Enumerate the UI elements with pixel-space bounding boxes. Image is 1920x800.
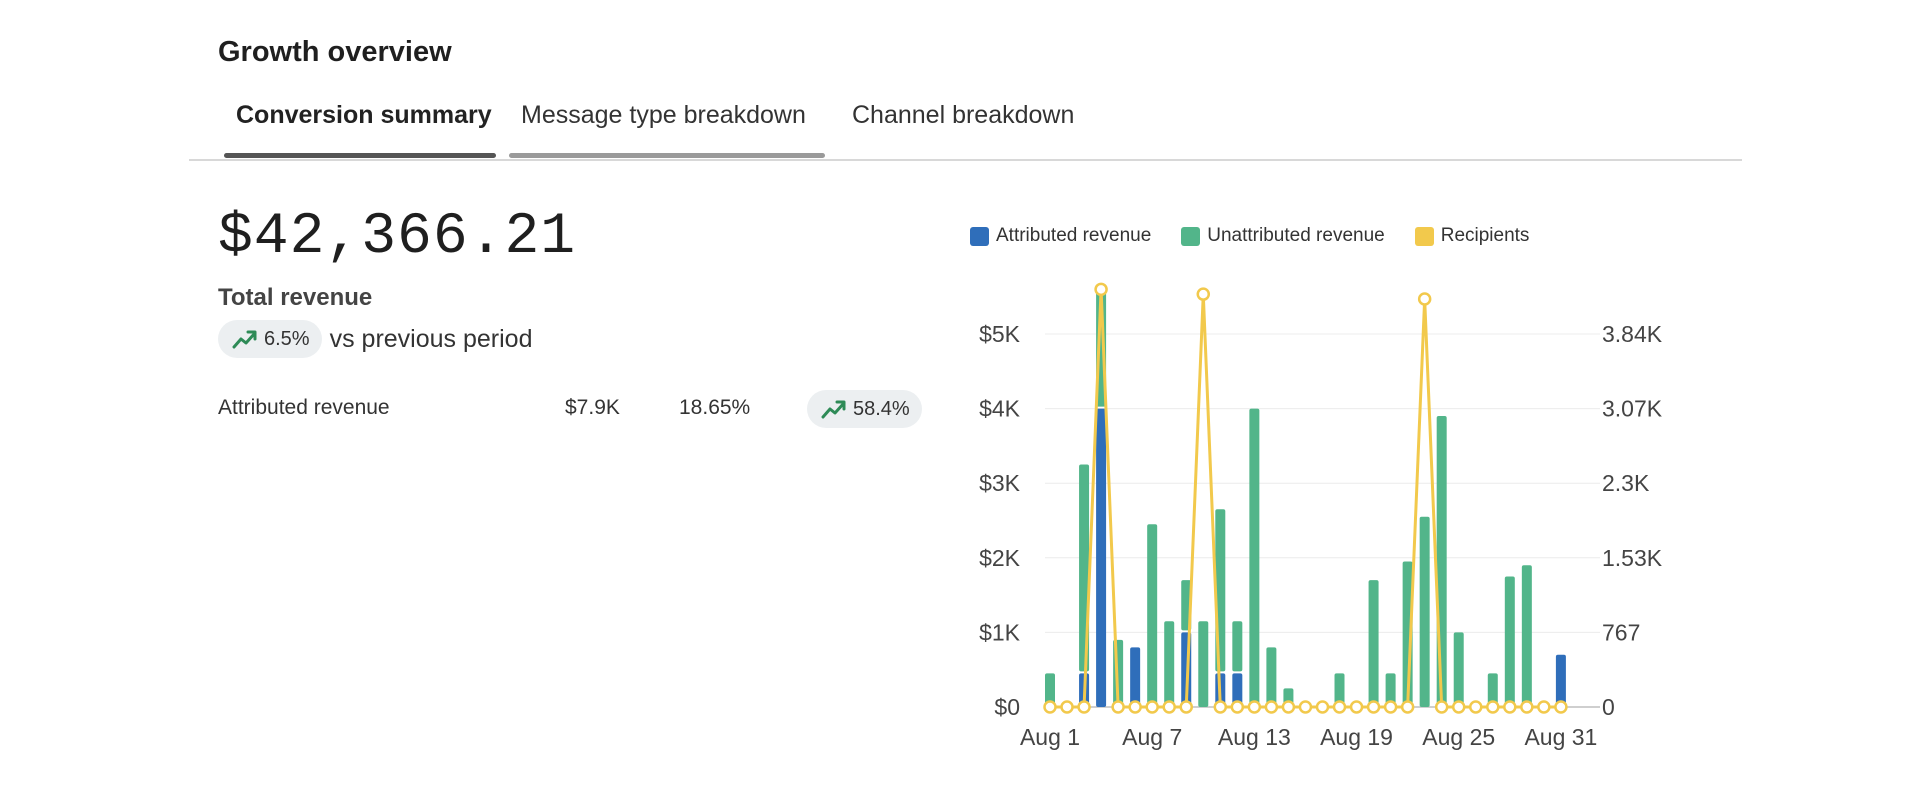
change-badge: 6.5% [218, 320, 322, 358]
recipients-point [1043, 700, 1057, 714]
page-title: Growth overview [218, 36, 452, 68]
recipients-point [1213, 700, 1228, 714]
recipients-point [1537, 700, 1551, 714]
total-revenue-value: $42,366.21 [218, 205, 577, 270]
legend-label-recipients: Recipients [1440, 225, 1530, 246]
x-tick-label: Aug 1 [1020, 724, 1080, 750]
recipients-point [1400, 700, 1415, 714]
chart-legend: Attributed revenue Unattributed revenue … [970, 225, 1529, 247]
y-left-tick-label: $2K [979, 545, 1021, 571]
x-tick-label: Aug 7 [1122, 724, 1182, 750]
recipients-point [1281, 700, 1296, 714]
recipients-point [1451, 700, 1466, 714]
y-right-tick-label: 3.84K [1602, 321, 1663, 347]
recipients-point [1179, 700, 1193, 714]
revenue-chart: $0 0 $1K 767 $2K 1.53K $3K 2.3K $4K 3.07K $5K 3.84K… [979, 282, 1663, 750]
tab-channel-breakdown[interactable]: Channel breakdown [852, 101, 1074, 130]
y-right-tick-label: 0 [1602, 694, 1615, 720]
bar-unattributed [1147, 524, 1158, 707]
tab-hover-indicator [509, 153, 825, 158]
legend-item-recipients[interactable]: Recipients [1414, 225, 1530, 247]
change-comparison-text: vs previous period [329, 324, 533, 353]
y-right-tick-label: 3.07K [1602, 396, 1663, 422]
recipients-point [1230, 700, 1245, 714]
legend-item-unattributed[interactable]: Unattributed revenue [1181, 225, 1385, 247]
y-left-tick-label: $5K [979, 321, 1021, 347]
recipients-point [1247, 700, 1262, 714]
recipients-point [1366, 700, 1381, 714]
legend-swatch-attributed [970, 226, 989, 246]
active-tab-indicator [224, 153, 496, 158]
trending-up-icon [821, 400, 846, 419]
legend-label-unattributed: Unattributed revenue [1207, 225, 1385, 246]
recipients-point [1196, 287, 1211, 301]
tab-message-type-breakdown[interactable]: Message type breakdown [521, 101, 806, 130]
recipients-point [1315, 700, 1330, 714]
recipients-point [1094, 282, 1108, 297]
y-right-tick-label: 1.53K [1602, 545, 1663, 571]
bar-unattributed [1453, 632, 1464, 707]
total-revenue-label: Total revenue [218, 284, 373, 311]
legend-label-attributed: Attributed revenue [996, 225, 1152, 246]
bar-unattributed [1368, 580, 1379, 707]
recipients-point [1264, 700, 1279, 714]
legend-swatch-recipients [1414, 226, 1434, 246]
recipients-point [1128, 700, 1142, 714]
recipients-point [1434, 700, 1449, 714]
y-left-tick-label: $1K [979, 619, 1021, 645]
attributed-revenue-label: Attributed revenue [218, 396, 390, 419]
y-left-tick-label: $0 [994, 694, 1020, 720]
x-tick-label: Aug 25 [1422, 724, 1495, 750]
bar-attributed [1096, 408, 1107, 707]
recipients-point [1417, 292, 1432, 306]
attributed-revenue-value: $7.9K [565, 396, 620, 419]
y-left-tick-label: $4K [979, 396, 1021, 422]
bar-unattributed [1436, 416, 1447, 707]
legend-item-attributed[interactable]: Attributed revenue [970, 225, 1151, 247]
attributed-change-badge: 58.4% [807, 390, 922, 428]
bar-unattributed [1419, 516, 1430, 707]
recipients-point [1383, 700, 1398, 714]
recipients-point [1349, 700, 1364, 714]
tab-conversion-summary[interactable]: Conversion summary [236, 101, 492, 130]
bar-unattributed [1164, 621, 1175, 707]
recipients-point [1520, 700, 1534, 714]
y-right-tick-label: 767 [1602, 619, 1640, 645]
x-tick-label: Aug 13 [1218, 724, 1291, 750]
bar-unattributed [1521, 565, 1532, 707]
bar-unattributed [1232, 621, 1243, 672]
recipients-point [1111, 700, 1125, 714]
bar-unattributed [1266, 647, 1277, 707]
recipients-point [1554, 700, 1568, 714]
bar-unattributed [1198, 621, 1209, 707]
recipients-point [1145, 700, 1159, 714]
recipients-point [1162, 700, 1176, 714]
bar-attributed [1130, 647, 1141, 707]
trending-up-icon [232, 330, 257, 349]
recipients-point [1332, 700, 1347, 714]
recipients-line [1050, 287, 1561, 709]
recipients-point [1077, 700, 1091, 714]
bar-unattributed [1504, 576, 1515, 707]
change-percent: 6.5% [264, 327, 310, 350]
recipients-point [1486, 700, 1500, 714]
recipients-point [1298, 700, 1313, 714]
attributed-change-percent: 58.4% [853, 397, 910, 420]
x-tick-label: Aug 31 [1524, 724, 1597, 750]
tab-bar: Conversion summary Message type breakdow… [189, 95, 1742, 161]
bar-unattributed [1249, 408, 1260, 707]
attributed-revenue-row: Attributed revenue $7.9K 18.65% 58.4% [218, 390, 938, 430]
y-right-tick-label: 2.3K [1602, 470, 1650, 496]
y-left-tick-label: $3K [979, 470, 1021, 496]
legend-swatch-unattributed [1181, 226, 1201, 246]
recipients-point [1469, 700, 1483, 714]
revenue-change-row: 6.5% vs previous period [218, 320, 532, 358]
recipients-point [1060, 700, 1074, 714]
bar-attributed [1555, 654, 1566, 707]
recipients-point [1503, 700, 1517, 714]
x-tick-label: Aug 19 [1320, 724, 1393, 750]
attributed-revenue-share: 18.65% [679, 396, 751, 419]
